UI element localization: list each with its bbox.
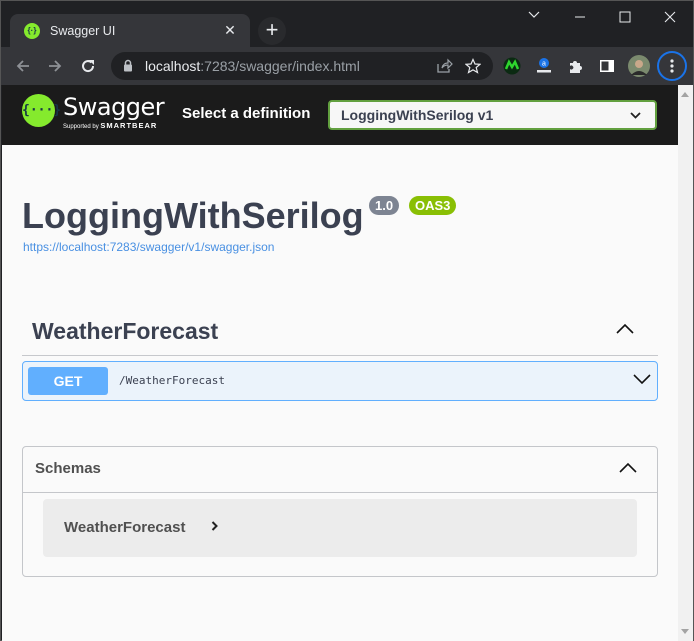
- browser-tab[interactable]: Swagger UI ✕: [10, 14, 250, 47]
- url-host: localhost: [145, 58, 201, 74]
- browser-toolbar: localhost:7283/swagger/index.html a: [1, 47, 693, 85]
- chevron-down-icon: [528, 11, 540, 18]
- share-button[interactable]: [431, 52, 459, 80]
- schema-name: WeatherForecast: [64, 519, 186, 536]
- profile-button[interactable]: [627, 54, 651, 78]
- url-text[interactable]: localhost:7283/swagger/index.html: [145, 58, 431, 74]
- back-button[interactable]: [11, 54, 35, 78]
- side-panel-icon: [600, 60, 614, 72]
- tab-strip: Swagger UI ✕ +: [1, 1, 693, 47]
- swagger-page: {···} Swagger Supported by SMARTBEAR Sel…: [2, 85, 678, 641]
- swagger-topbar: {···} Swagger Supported by SMARTBEAR Sel…: [2, 85, 678, 145]
- logo-sub-prefix: Supported by: [63, 124, 99, 130]
- schema-item-weatherforecast[interactable]: WeatherForecast: [43, 499, 637, 557]
- tab-title: Swagger UI: [50, 23, 116, 38]
- extensions-puzzle-icon: [570, 61, 582, 73]
- translate-extension-button[interactable]: a: [532, 54, 556, 78]
- schemas-section: Schemas WeatherForecast: [22, 446, 658, 577]
- logo-text: Swagger Supported by SMARTBEAR: [63, 93, 165, 130]
- star-icon: [465, 58, 481, 74]
- monitor-extension-button[interactable]: [500, 54, 524, 78]
- extensions-button[interactable]: [564, 54, 588, 78]
- swagger-logo[interactable]: {···} Swagger Supported by SMARTBEAR: [22, 93, 165, 130]
- chevron-down-icon: [633, 374, 651, 385]
- close-tab-icon[interactable]: ✕: [220, 22, 240, 39]
- operation-get-weatherforecast[interactable]: GET /WeatherForecast: [22, 361, 658, 401]
- chevron-up-icon: [616, 323, 634, 334]
- tag-name: WeatherForecast: [32, 318, 219, 344]
- arrow-left-icon: [16, 60, 29, 72]
- chevron-down-icon: [630, 111, 641, 119]
- scroll-down-arrow-icon[interactable]: [681, 629, 689, 634]
- method-badge: GET: [28, 367, 108, 395]
- maximize-button[interactable]: [602, 5, 648, 29]
- oas-badge: OAS3: [409, 196, 457, 215]
- tag-section-weatherforecast[interactable]: WeatherForecast: [22, 310, 658, 356]
- reload-button[interactable]: [76, 54, 100, 78]
- svg-text:a: a: [542, 61, 546, 68]
- url-path: :7283/swagger/index.html: [200, 58, 360, 74]
- share-icon: [437, 58, 453, 73]
- minimize-button[interactable]: [557, 5, 603, 29]
- api-title: LoggingWithSerilog: [22, 195, 364, 236]
- monitor-extension-icon: [503, 57, 521, 75]
- address-bar[interactable]: localhost:7283/swagger/index.html: [111, 52, 493, 80]
- more-vert-icon: [670, 59, 674, 73]
- schemas-title: Schemas: [35, 460, 101, 477]
- browser-window: Swagger UI ✕ + localhost:7283/swagger/in…: [0, 0, 694, 641]
- tab-search-button[interactable]: [511, 5, 557, 29]
- chevron-right-icon: [211, 521, 218, 531]
- close-window-button[interactable]: [647, 5, 693, 29]
- definition-label: Select a definition: [182, 105, 311, 122]
- version-badge: 1.0: [369, 196, 400, 215]
- swagger-favicon-icon: [24, 22, 40, 39]
- logo-sub-brand: SMARTBEAR: [100, 121, 158, 130]
- browser-menu-button[interactable]: [657, 51, 687, 81]
- close-icon: [664, 11, 676, 23]
- definition-select[interactable]: LoggingWithSerilog v1: [328, 100, 657, 130]
- scroll-up-arrow-icon[interactable]: [681, 92, 689, 97]
- avatar: [628, 55, 650, 77]
- spec-url-link[interactable]: https://localhost:7283/swagger/v1/swagge…: [23, 240, 274, 254]
- side-panel-button[interactable]: [595, 54, 619, 78]
- reload-icon: [82, 60, 95, 73]
- logo-subtitle: Supported by SMARTBEAR: [63, 121, 164, 130]
- maximize-icon: [619, 11, 631, 23]
- minimize-icon: [575, 16, 585, 18]
- logo-title: Swagger: [63, 93, 165, 121]
- swagger-logo-icon: {···}: [22, 94, 61, 127]
- definition-selected-value: LoggingWithSerilog v1: [341, 107, 494, 123]
- translate-extension-icon: a: [537, 58, 551, 73]
- lock-icon: [124, 59, 132, 72]
- forward-button[interactable]: [43, 54, 67, 78]
- chevron-up-icon: [619, 462, 637, 473]
- schemas-header[interactable]: Schemas: [23, 447, 657, 493]
- page-scrollbar[interactable]: [678, 85, 693, 641]
- bookmark-button[interactable]: [459, 52, 487, 80]
- arrow-right-icon: [49, 60, 62, 72]
- operation-path: /WeatherForecast: [119, 374, 225, 387]
- new-tab-button[interactable]: +: [258, 17, 286, 45]
